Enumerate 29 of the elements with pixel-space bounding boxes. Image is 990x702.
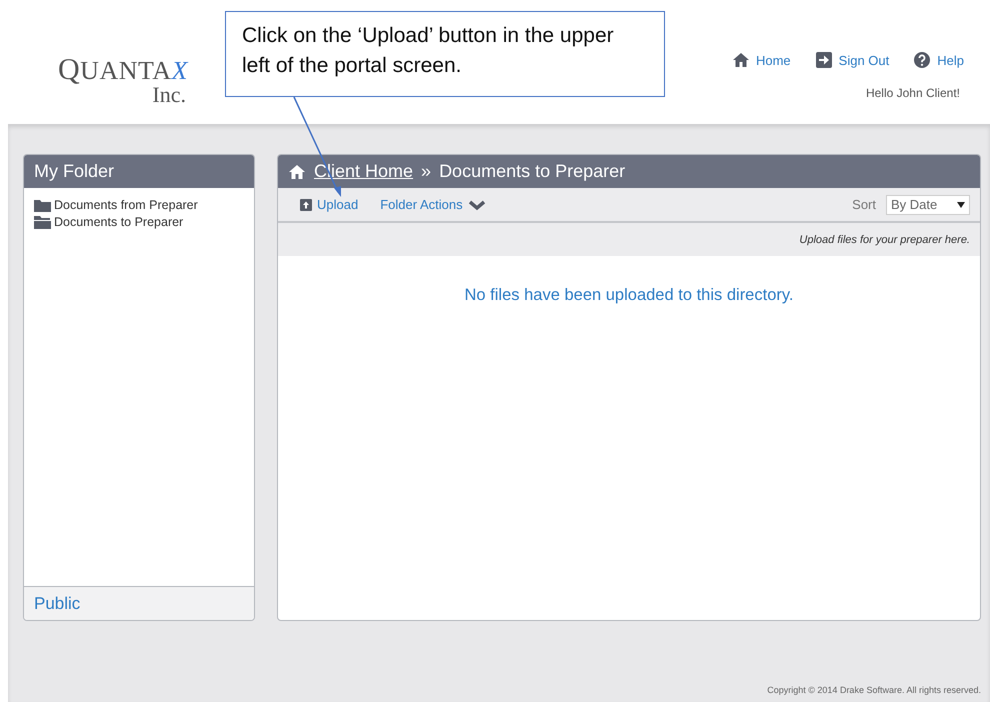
- chevron-down-icon: [468, 198, 486, 210]
- breadcrumb-separator: »: [421, 161, 432, 182]
- hint-text: Upload files for your preparer here.: [799, 234, 970, 246]
- sort-dropdown[interactable]: By Date: [886, 194, 970, 214]
- empty-message: No files have been uploaded to this directory.: [464, 286, 794, 306]
- upload-icon: [300, 198, 312, 210]
- caret-icon: [957, 202, 965, 208]
- nav-link[interactable]: Help: [913, 51, 964, 69]
- folder-item[interactable]: Documents from Preparer: [34, 198, 244, 212]
- sort-label: Sort: [852, 197, 876, 212]
- home-icon: [732, 51, 750, 69]
- nav-link[interactable]: Sign Out: [814, 51, 890, 69]
- breadcrumb-current: Documents to Preparer: [439, 161, 626, 182]
- folder-item[interactable]: Documents to Preparer: [34, 215, 244, 229]
- callout-box: Click on the ‘Upload’ button in the upper left of the portal screen.: [225, 11, 665, 97]
- nav-link[interactable]: Home: [732, 51, 791, 69]
- logo: QUANTAX: [58, 57, 188, 84]
- public-link[interactable]: Public: [34, 594, 80, 614]
- folder-icon: [34, 215, 51, 229]
- home-icon: [288, 164, 306, 180]
- logo-subtitle: Inc.: [152, 84, 186, 106]
- greeting-text: Hello John Client!: [866, 86, 960, 100]
- panel-title: My Folder: [34, 161, 114, 182]
- help-icon: [913, 51, 932, 69]
- folder-actions-menu[interactable]: Folder Actions: [380, 197, 486, 212]
- copyright-text: Copyright © 2014 Drake Software. All rights reserved.: [767, 685, 981, 695]
- upload-button[interactable]: Upload: [300, 197, 358, 212]
- folder-icon: [34, 198, 51, 212]
- breadcrumb-link[interactable]: Client Home: [314, 161, 414, 182]
